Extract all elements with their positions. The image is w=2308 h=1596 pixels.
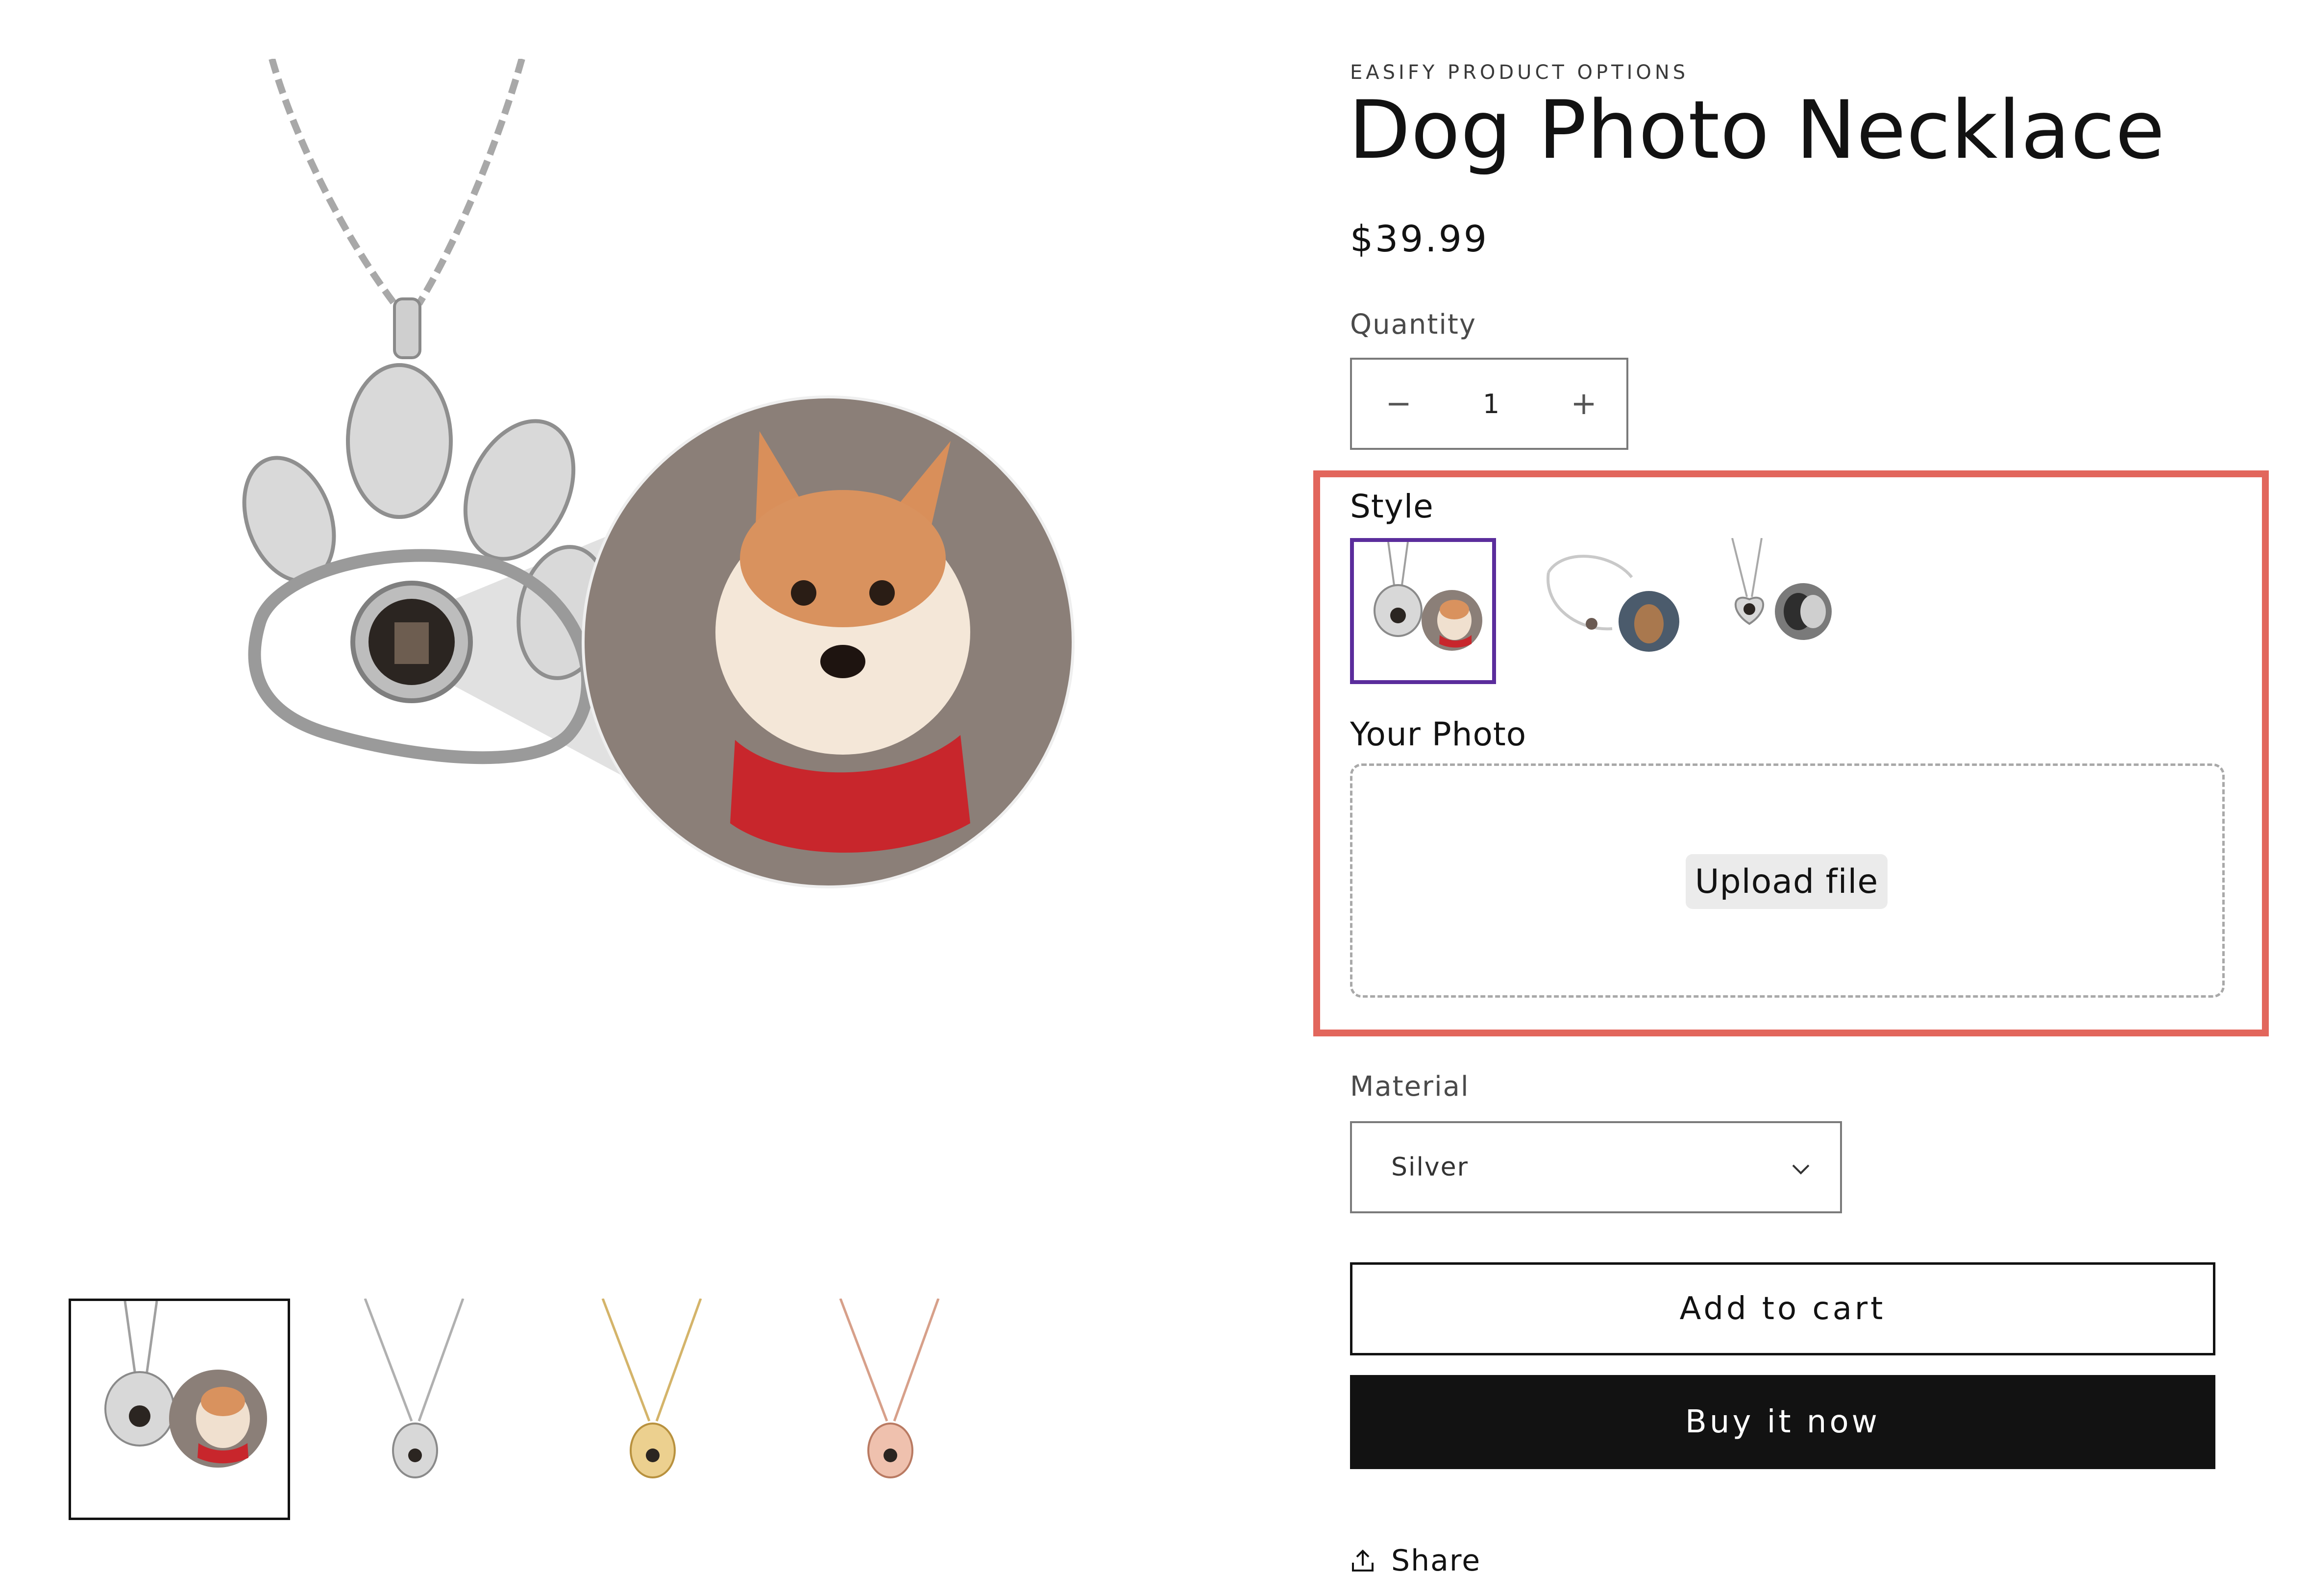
quantity-decrease-button[interactable]: − [1352, 360, 1445, 448]
buy-now-button[interactable]: Buy it now [1350, 1375, 2215, 1469]
gallery-thumbnail-4[interactable] [782, 1298, 1003, 1520]
gallery-thumbnail-3[interactable] [544, 1298, 765, 1520]
gallery-thumbnail-2[interactable] [306, 1298, 528, 1520]
chevron-down-icon [1792, 1164, 1810, 1175]
style-option-paw-pendant[interactable] [1350, 538, 1496, 684]
product-title: Dog Photo Necklace [1349, 83, 2165, 177]
style-option-heart-pendant[interactable] [1718, 538, 1864, 684]
gallery-thumbnail-1[interactable] [69, 1299, 290, 1520]
product-price: $39.99 [1350, 218, 1489, 260]
share-label: Share [1391, 1544, 1481, 1578]
your-photo-label: Your Photo [1350, 715, 1527, 753]
quantity-increase-button[interactable]: + [1537, 360, 1630, 448]
share-button[interactable]: Share [1350, 1544, 1481, 1578]
style-option-bracelet[interactable] [1534, 538, 1680, 684]
style-label: Style [1350, 488, 1434, 525]
quantity-stepper: − 1 + [1350, 358, 1628, 450]
material-label: Material [1350, 1071, 1470, 1103]
product-vendor: EASIFY PRODUCT OPTIONS [1350, 61, 1689, 84]
material-select[interactable]: Silver [1350, 1121, 1842, 1213]
material-selected-value: Silver [1391, 1153, 1469, 1182]
share-icon [1352, 1549, 1374, 1571]
add-to-cart-button[interactable]: Add to cart [1350, 1262, 2215, 1355]
product-hero-image[interactable] [147, 58, 1176, 965]
quantity-label: Quantity [1350, 309, 1476, 341]
upload-file-button[interactable]: Upload file [1686, 854, 1888, 909]
quantity-input[interactable]: 1 [1445, 360, 1537, 448]
